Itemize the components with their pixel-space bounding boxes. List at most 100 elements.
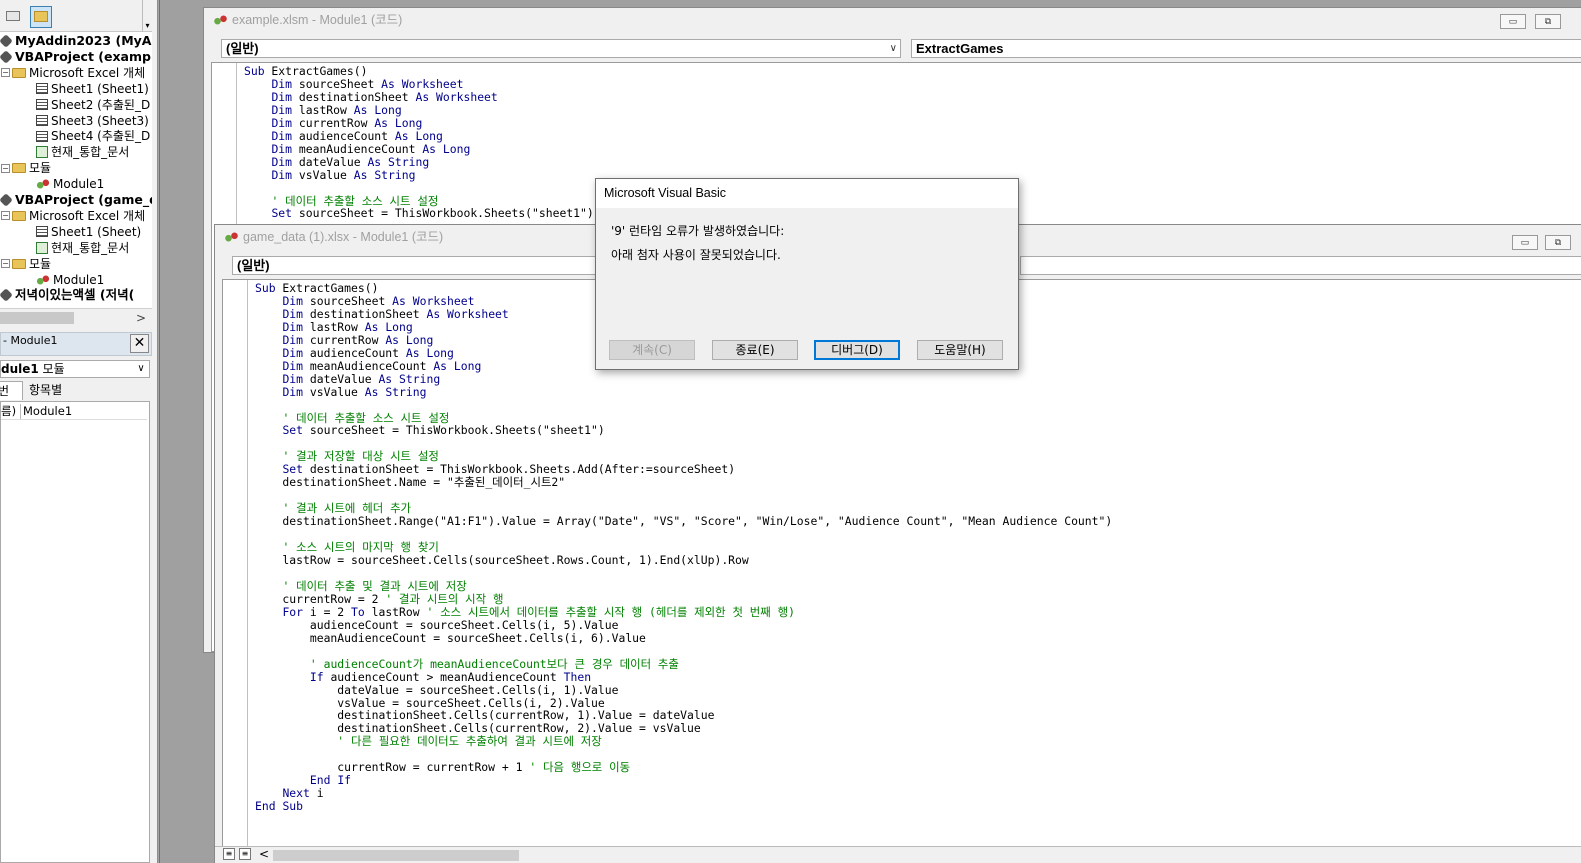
toolbar-overflow-icon[interactable]: ▾ [142, 0, 152, 32]
module-icon [36, 273, 50, 286]
properties-object-name: dule1 [1, 362, 39, 376]
tree-item-label: 현재_통합_문서 [51, 145, 130, 160]
full-module-view-icon[interactable]: ≡ [239, 848, 251, 860]
error-description: 아래 첨자 사용이 잘못되었습니다. [611, 248, 781, 262]
tree-item-label: Sheet3 (Sheet3) [51, 113, 149, 128]
tree-item-label: Module1 [53, 272, 105, 287]
properties-object-type: 모듈 [38, 362, 65, 376]
properties-tabs: 번순 항목별 [0, 381, 152, 416]
close-button[interactable]: ✕ [130, 334, 149, 353]
procedure-combo[interactable] [1020, 256, 1581, 275]
sheet-icon [36, 99, 48, 111]
properties-title-bar: - Module1 ✕ [0, 332, 152, 356]
scroll-left-icon[interactable]: < [259, 847, 269, 862]
collapse-icon[interactable]: − [1, 68, 10, 78]
tree-item-label: 모듈 [29, 161, 52, 176]
properties-object-combo[interactable]: dule1 모듈 ∨ [0, 360, 150, 378]
property-row-name[interactable]: 름) Module1 [1, 404, 147, 420]
folder-icon [12, 163, 26, 174]
tree-item-label: Module1 [53, 177, 105, 192]
project-explorer-toolbar: ▾ [0, 0, 152, 32]
vba-project-icon [0, 193, 13, 207]
tree-item-label: Sheet4 (추출된_D [51, 129, 151, 144]
procedure-view-icon[interactable]: ≡ [223, 848, 235, 860]
tree-item-label: Microsoft Excel 개체 [29, 208, 146, 223]
mdi-workspace: example.xlsm - Module1 (코드) ▭ ⧉ (일반) ∨ E… [159, 0, 1581, 863]
vba-project-icon [0, 288, 13, 303]
collapse-icon[interactable]: − [1, 211, 10, 221]
sheet-icon [36, 83, 48, 95]
code-window-title-bar: example.xlsm - Module1 (코드) ▭ ⧉ [204, 8, 1581, 32]
procedure-combo-value: ExtractGames [916, 41, 1004, 56]
project-tree-hscrollbar[interactable]: > [0, 308, 152, 326]
module-icon [224, 231, 239, 243]
collapse-icon[interactable]: − [1, 163, 10, 173]
margin-indicator-bar[interactable] [223, 280, 248, 846]
minimize-button[interactable]: ▭ [1500, 14, 1526, 29]
sheet-icon [36, 226, 48, 238]
tab-categorized[interactable]: 항목별 [26, 381, 65, 400]
tree-item[interactable]: 현재_통합_문서 [36, 240, 129, 256]
minimize-button[interactable]: ▭ [1512, 235, 1538, 250]
property-key: 름) [1, 404, 21, 419]
tree-item[interactable]: 저녁이있는액셀 (저녁( [0, 287, 134, 303]
code-window-status-strip: ≡ ≡ < [215, 846, 1581, 862]
tree-item[interactable]: Sheet3 (Sheet3) [36, 113, 149, 129]
tree-item-label: Sheet1 (Sheet) [51, 224, 142, 239]
end-button[interactable]: 종료(E) [712, 340, 798, 360]
hscroll-thumb[interactable] [0, 312, 74, 324]
toggle-folders-button[interactable] [30, 6, 52, 28]
tree-item[interactable]: − Microsoft Excel 개체 [1, 65, 145, 81]
code-window-title: example.xlsm - Module1 (코드) [232, 13, 403, 27]
view-object-icon [6, 11, 20, 21]
tree-item-label: Sheet2 (추출된_D [51, 97, 151, 112]
vba-project-icon [0, 50, 13, 64]
tree-item-label: Sheet1 (Sheet1) [51, 81, 149, 96]
restore-button[interactable]: ⧉ [1545, 235, 1571, 250]
tree-item[interactable]: − 모듈 [1, 160, 51, 176]
code-text[interactable]: Sub ExtractGames() Dim sourceSheet As Wo… [244, 65, 594, 220]
view-object-button[interactable] [2, 6, 24, 28]
tree-item[interactable]: Sheet2 (추출된_D [36, 97, 150, 113]
restore-button[interactable]: ⧉ [1535, 14, 1561, 29]
debug-button[interactable]: 디버그(D) [814, 340, 900, 360]
tree-item-label: VBAProject (exampl [15, 48, 152, 64]
tree-item[interactable]: Sheet1 (Sheet) [36, 224, 141, 240]
tab-alphabetic[interactable]: 번순 [0, 381, 23, 416]
object-combo[interactable]: (일반) ∨ [221, 39, 901, 58]
hscroll-thumb[interactable] [273, 850, 519, 861]
tree-item[interactable]: − 모듈 [1, 256, 51, 272]
module-icon [36, 178, 50, 191]
object-combo[interactable]: (일반) [232, 256, 632, 275]
scroll-right-icon[interactable]: > [136, 309, 146, 327]
object-combo-value: (일반) [226, 41, 259, 56]
tree-item-label: 현재_통합_문서 [51, 240, 130, 255]
object-combo-value: (일반) [237, 258, 270, 273]
tree-item[interactable]: VBAProject (game_d [0, 192, 152, 208]
folder-icon [12, 210, 26, 221]
tree-item[interactable]: MyAddin2023 (MyAd [0, 33, 152, 49]
tree-item-label: MyAddin2023 (MyAd [15, 33, 152, 48]
sheet-icon [36, 115, 48, 126]
tree-item-label: Microsoft Excel 개체 [29, 65, 146, 80]
help-button[interactable]: 도움말(H) [917, 340, 1003, 360]
project-tree[interactable]: MyAddin2023 (MyAd VBAProject (exampl − Micr… [0, 32, 152, 308]
dialog-title: Microsoft Visual Basic [596, 179, 1018, 208]
workbook-icon [36, 146, 48, 159]
tree-item[interactable]: 현재_통합_문서 [36, 144, 129, 160]
procedure-combo[interactable]: ExtractGames [911, 39, 1581, 58]
tree-item[interactable]: Sheet4 (추출된_D [36, 128, 150, 144]
tree-item[interactable]: Module1 [36, 272, 104, 288]
tree-item[interactable]: VBAProject (exampl [0, 49, 152, 65]
tree-item[interactable]: Sheet1 (Sheet1) [36, 81, 149, 97]
property-value[interactable]: Module1 [23, 404, 72, 419]
tree-item[interactable]: Module1 [36, 176, 104, 192]
folder-icon [12, 258, 26, 269]
continue-button[interactable]: 계속(C) [609, 340, 695, 360]
chevron-down-icon[interactable]: ∨ [890, 40, 897, 57]
tree-item[interactable]: − Microsoft Excel 개체 [1, 208, 145, 224]
chevron-down-icon[interactable]: ∨ [133, 361, 149, 377]
runtime-error-dialog: Microsoft Visual Basic '9' 런타임 오류가 발생하였습… [595, 178, 1019, 370]
collapse-icon[interactable]: − [1, 259, 10, 269]
error-message: '9' 런타임 오류가 발생하였습니다: [611, 224, 785, 238]
